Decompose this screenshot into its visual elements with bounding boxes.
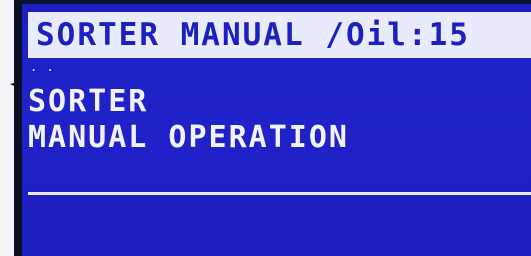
screen-header: SORTER MANUAL /Oil:15 [28,12,531,58]
screen-divider [28,192,531,195]
lcd-screen: SORTER MANUAL /Oil:15 . . SORTER MANUAL … [22,4,531,256]
photo-frame: SORTER MANUAL /Oil:15 . . SORTER MANUAL … [0,0,531,256]
cursor-indicator: . . [30,60,55,74]
screen-title: SORTER MANUAL /Oil:15 [36,17,470,53]
arrow-pointer-icon [0,82,18,100]
content-line-1: SORTER [28,84,149,119]
content-line-2: MANUAL OPERATION [28,120,349,155]
bezel-edge [14,0,22,256]
